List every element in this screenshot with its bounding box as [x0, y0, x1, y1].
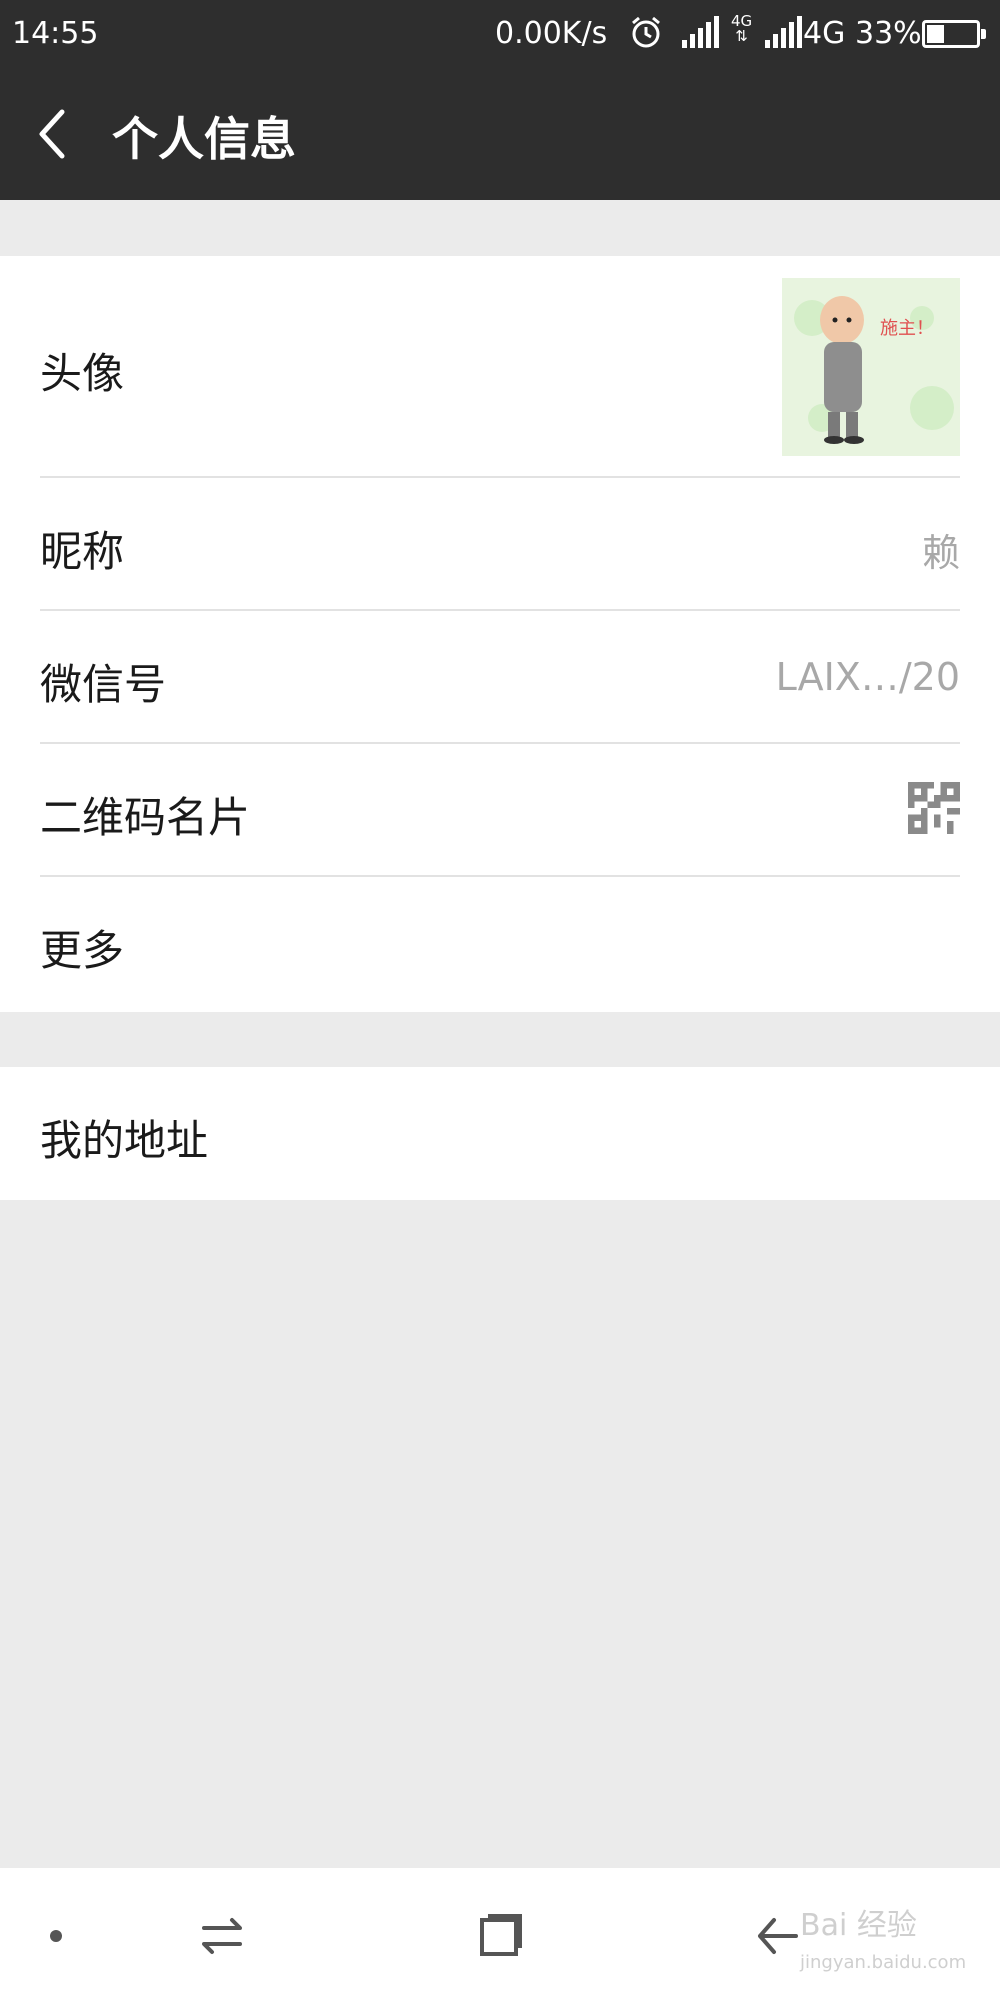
profile-group: 头像 施主！ 昵称 赖 微信号 LAIX…/20 二维码名片 更多 [0, 256, 1000, 1012]
watermark-brand: Bai 经验 [800, 1908, 917, 1943]
more-label: 更多 [40, 926, 125, 975]
wechat-id-row[interactable]: 微信号 LAIX…/20 [0, 611, 1000, 744]
network-speed: 0.00K/s [495, 16, 608, 51]
watermark: Bai 经验 jingyan.baidu.com [800, 1900, 966, 1973]
signal-icon [763, 16, 803, 58]
signal-icon [680, 16, 720, 58]
nickname-label: 昵称 [40, 527, 125, 576]
nickname-row[interactable]: 昵称 赖 [0, 478, 1000, 611]
nav-bar: 个人信息 [0, 70, 1000, 200]
page-title: 个人信息 [112, 112, 296, 166]
more-row[interactable]: 更多 [0, 877, 1000, 1012]
avatar-row[interactable]: 头像 施主！ [0, 256, 1000, 478]
status-time: 14:55 [12, 16, 99, 51]
qr-code-icon [908, 782, 960, 834]
alarm-icon [628, 14, 664, 58]
status-bar: 14:55 0.00K/s 4G ⇅ 4G 33% [0, 0, 1000, 70]
address-row[interactable]: 我的地址 [0, 1067, 1000, 1200]
qr-card-row[interactable]: 二维码名片 [0, 744, 1000, 877]
qr-card-label: 二维码名片 [40, 793, 251, 842]
avatar-caption: 施主！ [880, 318, 934, 339]
square-icon[interactable] [470, 1906, 530, 1966]
dot-icon[interactable] [26, 1906, 86, 1966]
network-small-bottom: ⇅ [735, 27, 748, 45]
wechat-id-value: LAIX…/20 [775, 655, 960, 699]
watermark-url: jingyan.baidu.com [800, 1952, 967, 1973]
battery-percentage: 33% [855, 16, 922, 51]
wechat-id-label: 微信号 [40, 660, 167, 709]
network-type-small: 4G ⇅ [731, 14, 752, 44]
nickname-value: 赖 [921, 531, 960, 575]
back-arrow-icon[interactable] [748, 1906, 808, 1966]
address-group: 我的地址 [0, 1067, 1000, 1200]
network-type: 4G [803, 16, 846, 51]
chevron-left-icon[interactable] [30, 104, 80, 164]
battery-level [927, 25, 944, 43]
address-label: 我的地址 [40, 1116, 209, 1165]
avatar: 施主！ [782, 278, 960, 456]
avatar-label: 头像 [40, 349, 125, 398]
battery-icon [922, 20, 986, 48]
switch-arrows-icon[interactable] [192, 1906, 252, 1966]
